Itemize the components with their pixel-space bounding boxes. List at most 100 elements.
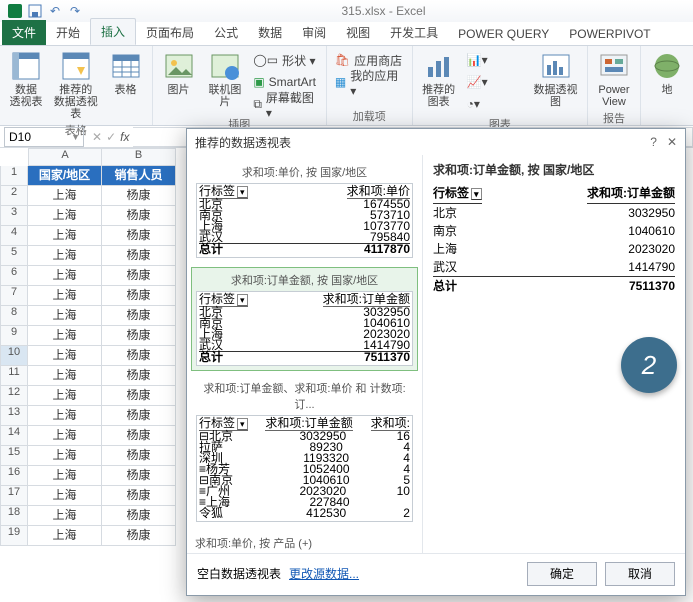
- cell[interactable]: 上海: [28, 346, 102, 366]
- redo-icon[interactable]: ↷: [68, 4, 82, 18]
- cell[interactable]: 上海: [28, 446, 102, 466]
- namebox-dropdown-icon[interactable]: ▼: [68, 132, 83, 142]
- my-apps-button[interactable]: ▦我的应用 ▾: [333, 72, 406, 92]
- enter-formula-icon[interactable]: ✓: [106, 130, 116, 144]
- row-header[interactable]: 10: [0, 346, 28, 366]
- tab-审阅[interactable]: 审阅: [292, 20, 336, 45]
- cell[interactable]: 上海: [28, 226, 102, 246]
- cell[interactable]: 上海: [28, 406, 102, 426]
- cell[interactable]: 上海: [28, 266, 102, 286]
- name-box[interactable]: D10▼: [4, 127, 84, 147]
- row-header[interactable]: 18: [0, 506, 28, 526]
- row-header[interactable]: 16: [0, 466, 28, 486]
- cell[interactable]: 杨康: [102, 286, 176, 306]
- cell[interactable]: 杨康: [102, 386, 176, 406]
- more-thumb-label[interactable]: 求和项:单价, 按 产品 (+): [191, 531, 418, 553]
- column-header[interactable]: B: [102, 148, 176, 166]
- cell[interactable]: 杨康: [102, 526, 176, 546]
- row-header[interactable]: 17: [0, 486, 28, 506]
- row-header[interactable]: 4: [0, 226, 28, 246]
- chart-type-2[interactable]: 📈▾: [465, 72, 524, 92]
- cell[interactable]: 上海: [28, 426, 102, 446]
- pictures-button[interactable]: 图片: [159, 50, 199, 96]
- tab-开始[interactable]: 开始: [46, 20, 90, 45]
- row-header[interactable]: 13: [0, 406, 28, 426]
- cell[interactable]: 上海: [28, 206, 102, 226]
- cell[interactable]: 上海: [28, 286, 102, 306]
- tab-公式[interactable]: 公式: [204, 20, 248, 45]
- cancel-button[interactable]: 取消: [605, 562, 675, 586]
- maps-button[interactable]: 地: [647, 50, 687, 96]
- tab-视图[interactable]: 视图: [336, 20, 380, 45]
- row-header[interactable]: 7: [0, 286, 28, 306]
- power-view-button[interactable]: Power View: [594, 50, 634, 108]
- cell[interactable]: 上海: [28, 466, 102, 486]
- blank-pivot-button[interactable]: 空白数据透视表: [197, 565, 281, 582]
- shapes-button[interactable]: ◯▭形状 ▾: [251, 50, 320, 70]
- cell[interactable]: 杨康: [102, 186, 176, 206]
- tab-开发工具[interactable]: 开发工具: [380, 20, 448, 45]
- cell[interactable]: 杨康: [102, 406, 176, 426]
- cell[interactable]: 杨康: [102, 506, 176, 526]
- recommended-charts-button[interactable]: 推荐的 图表: [419, 50, 459, 108]
- cell[interactable]: 销售人员: [102, 166, 176, 186]
- pivot-thumbnail[interactable]: 求和项:订单金额、求和项:单价 和 计数项:订...行标签▾求和项:订单金额求和…: [191, 375, 418, 527]
- row-header[interactable]: 14: [0, 426, 28, 446]
- chart-type-3[interactable]: ◔▾: [465, 94, 524, 114]
- cell[interactable]: 杨康: [102, 466, 176, 486]
- fx-icon[interactable]: fx: [120, 130, 129, 144]
- tab-POWER QUERY[interactable]: POWER QUERY: [448, 23, 559, 45]
- cell[interactable]: 上海: [28, 526, 102, 546]
- cell[interactable]: 杨康: [102, 206, 176, 226]
- cell[interactable]: 上海: [28, 186, 102, 206]
- cell[interactable]: 上海: [28, 326, 102, 346]
- column-header[interactable]: A: [28, 148, 102, 166]
- chart-type-1[interactable]: 📊▾: [465, 50, 524, 70]
- cell[interactable]: 杨康: [102, 226, 176, 246]
- cell[interactable]: 杨康: [102, 426, 176, 446]
- row-header[interactable]: 12: [0, 386, 28, 406]
- dialog-close-icon[interactable]: ✕: [667, 135, 677, 149]
- tab-插入[interactable]: 插入: [90, 18, 136, 45]
- thumbnails-pane[interactable]: 求和项:单价, 按 国家/地区行标签▾求和项:单价北京1674550南京5737…: [187, 155, 423, 553]
- cell[interactable]: 上海: [28, 306, 102, 326]
- cell[interactable]: 杨康: [102, 266, 176, 286]
- row-header[interactable]: 3: [0, 206, 28, 226]
- pivot-thumbnail[interactable]: 求和项:单价, 按 国家/地区行标签▾求和项:单价北京1674550南京5737…: [191, 159, 418, 263]
- online-pictures-button[interactable]: 联机图片: [205, 50, 246, 108]
- recommended-pivot-button[interactable]: 推荐的 数据透视表: [52, 50, 100, 120]
- row-header[interactable]: 1: [0, 166, 28, 186]
- row-header[interactable]: 9: [0, 326, 28, 346]
- row-header[interactable]: 19: [0, 526, 28, 546]
- cell[interactable]: 上海: [28, 506, 102, 526]
- tab-数据[interactable]: 数据: [248, 20, 292, 45]
- row-header[interactable]: 5: [0, 246, 28, 266]
- cell[interactable]: 杨康: [102, 446, 176, 466]
- row-header[interactable]: 6: [0, 266, 28, 286]
- tab-file[interactable]: 文件: [2, 20, 46, 45]
- cell[interactable]: 杨康: [102, 306, 176, 326]
- cell[interactable]: 国家/地区: [28, 166, 102, 186]
- tab-POWERPIVOT[interactable]: POWERPIVOT: [559, 23, 660, 45]
- excel-icon[interactable]: [8, 4, 22, 18]
- cell[interactable]: 杨康: [102, 246, 176, 266]
- pivot-chart-button[interactable]: 数据透视图: [530, 50, 581, 108]
- cell[interactable]: 杨康: [102, 346, 176, 366]
- row-header[interactable]: 8: [0, 306, 28, 326]
- cell[interactable]: 上海: [28, 246, 102, 266]
- row-header[interactable]: 15: [0, 446, 28, 466]
- screenshot-button[interactable]: ⧉屏幕截图 ▾: [251, 94, 320, 114]
- cell[interactable]: 上海: [28, 366, 102, 386]
- row-header[interactable]: 2: [0, 186, 28, 206]
- cell[interactable]: 杨康: [102, 486, 176, 506]
- pivot-table-button[interactable]: 数据 透视表: [6, 50, 46, 108]
- change-source-link[interactable]: 更改源数据...: [289, 565, 359, 582]
- table-button[interactable]: 表格: [106, 50, 146, 96]
- tab-页面布局[interactable]: 页面布局: [136, 20, 204, 45]
- save-icon[interactable]: [28, 4, 42, 18]
- row-header[interactable]: 11: [0, 366, 28, 386]
- cell[interactable]: 杨康: [102, 326, 176, 346]
- undo-icon[interactable]: ↶: [48, 4, 62, 18]
- cell[interactable]: 上海: [28, 386, 102, 406]
- ok-button[interactable]: 确定: [527, 562, 597, 586]
